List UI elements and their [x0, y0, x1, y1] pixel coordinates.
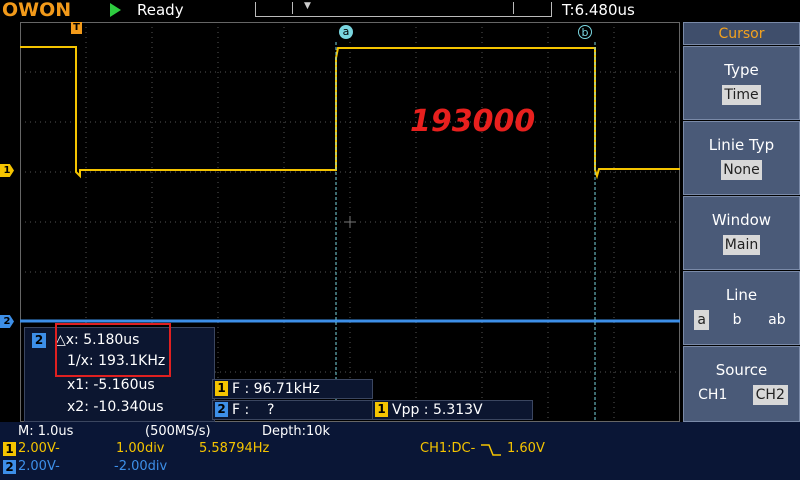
window-value: Main [722, 235, 761, 255]
annotation-text: 193000 [410, 104, 536, 139]
memory-depth-readout[interactable]: Depth:10k [262, 424, 330, 440]
line-type-menu-button[interactable]: Linie Typ None [683, 121, 800, 195]
ch2-position: -2.00div [114, 459, 168, 474]
line-type-label: Linie Typ [708, 136, 775, 154]
cursor-b-handle[interactable]: b [578, 25, 592, 39]
falling-edge-icon [481, 444, 501, 456]
acquisition-status: Ready [137, 1, 184, 19]
timebase-readout[interactable]: M: 1.0us [18, 424, 73, 440]
line-option-ab[interactable]: ab [765, 310, 788, 330]
ch1-frequency-measurement: 1 F : 96.71kHz [212, 379, 373, 399]
bottom-status-bar: M: 1.0us (500MS/s) Depth:10k 1 2.00V- 1.… [0, 422, 800, 480]
type-value: Time [722, 85, 761, 105]
ch2-volts-per-div[interactable]: 2.00V- [18, 459, 60, 475]
x1-readout: x1: -5.160us [67, 377, 155, 393]
line-option-b[interactable]: b [730, 310, 745, 330]
trigger-level[interactable]: 1.60V [507, 441, 545, 457]
window-label: Window [711, 211, 772, 229]
line-option-a[interactable]: a [694, 310, 709, 330]
source-menu-button[interactable]: Source CH1 CH2 [683, 346, 800, 422]
ch1-badge: 1 [375, 402, 388, 417]
ch2-frequency-value: F : ? [232, 402, 275, 418]
cursor-source-badge: 2 [32, 333, 46, 348]
source-option-ch1[interactable]: CH1 [695, 385, 730, 405]
memory-window-indicator [292, 2, 514, 14]
ch1-frequency-value: F : 96.71kHz [232, 381, 320, 397]
ch1-badge: 1 [215, 381, 228, 396]
x2-readout: x2: -10.340us [67, 399, 164, 415]
trigger-position-marker-icon: ▼ [304, 1, 311, 11]
ch1-position: 1.00div [116, 441, 165, 456]
type-menu-button[interactable]: Type Time [683, 46, 800, 120]
type-label: Type [724, 61, 759, 79]
trigger-marker[interactable]: T [71, 22, 82, 34]
ch2-offset-marker[interactable]: 2 [0, 315, 14, 328]
trigger-time-readout: T:6.480us [562, 1, 635, 19]
ch1-trace [20, 46, 680, 180]
sample-rate-readout: (500MS/s) [145, 424, 211, 439]
highlight-box [55, 323, 171, 377]
source-label: Source [715, 361, 768, 379]
owon-logo: OWON [2, 0, 72, 21]
ch1-vpp-value: Vpp : 5.313V [392, 402, 483, 418]
source-options: CH1 CH2 [684, 385, 799, 405]
ch1-status-badge: 1 [3, 442, 16, 456]
ch1-vpp-measurement: 1 Vpp : 5.313V [372, 400, 533, 420]
ch2-badge: 2 [215, 402, 228, 417]
ch1-offset-marker[interactable]: 1 [0, 164, 14, 177]
cursor-menu-panel: Cursor Type Time Linie Typ None Window M… [683, 22, 800, 422]
trigger-source[interactable]: CH1:DC- [420, 441, 475, 457]
line-options: a b ab [684, 310, 799, 330]
ch1-frequency-counter: 5.58794Hz [199, 441, 270, 456]
line-type-value: None [721, 160, 762, 180]
ch2-status-badge: 2 [3, 460, 16, 474]
line-label: Line [725, 286, 758, 304]
run-play-icon[interactable] [110, 3, 121, 17]
ch2-frequency-measurement: 2 F : ? [212, 400, 373, 420]
cursor-a-handle[interactable]: a [339, 25, 353, 39]
source-option-ch2[interactable]: CH2 [752, 385, 788, 405]
menu-title: Cursor [683, 22, 800, 45]
window-menu-button[interactable]: Window Main [683, 196, 800, 270]
line-menu-button[interactable]: Line a b ab [683, 271, 800, 345]
ch1-volts-per-div[interactable]: 2.00V- [18, 441, 60, 457]
